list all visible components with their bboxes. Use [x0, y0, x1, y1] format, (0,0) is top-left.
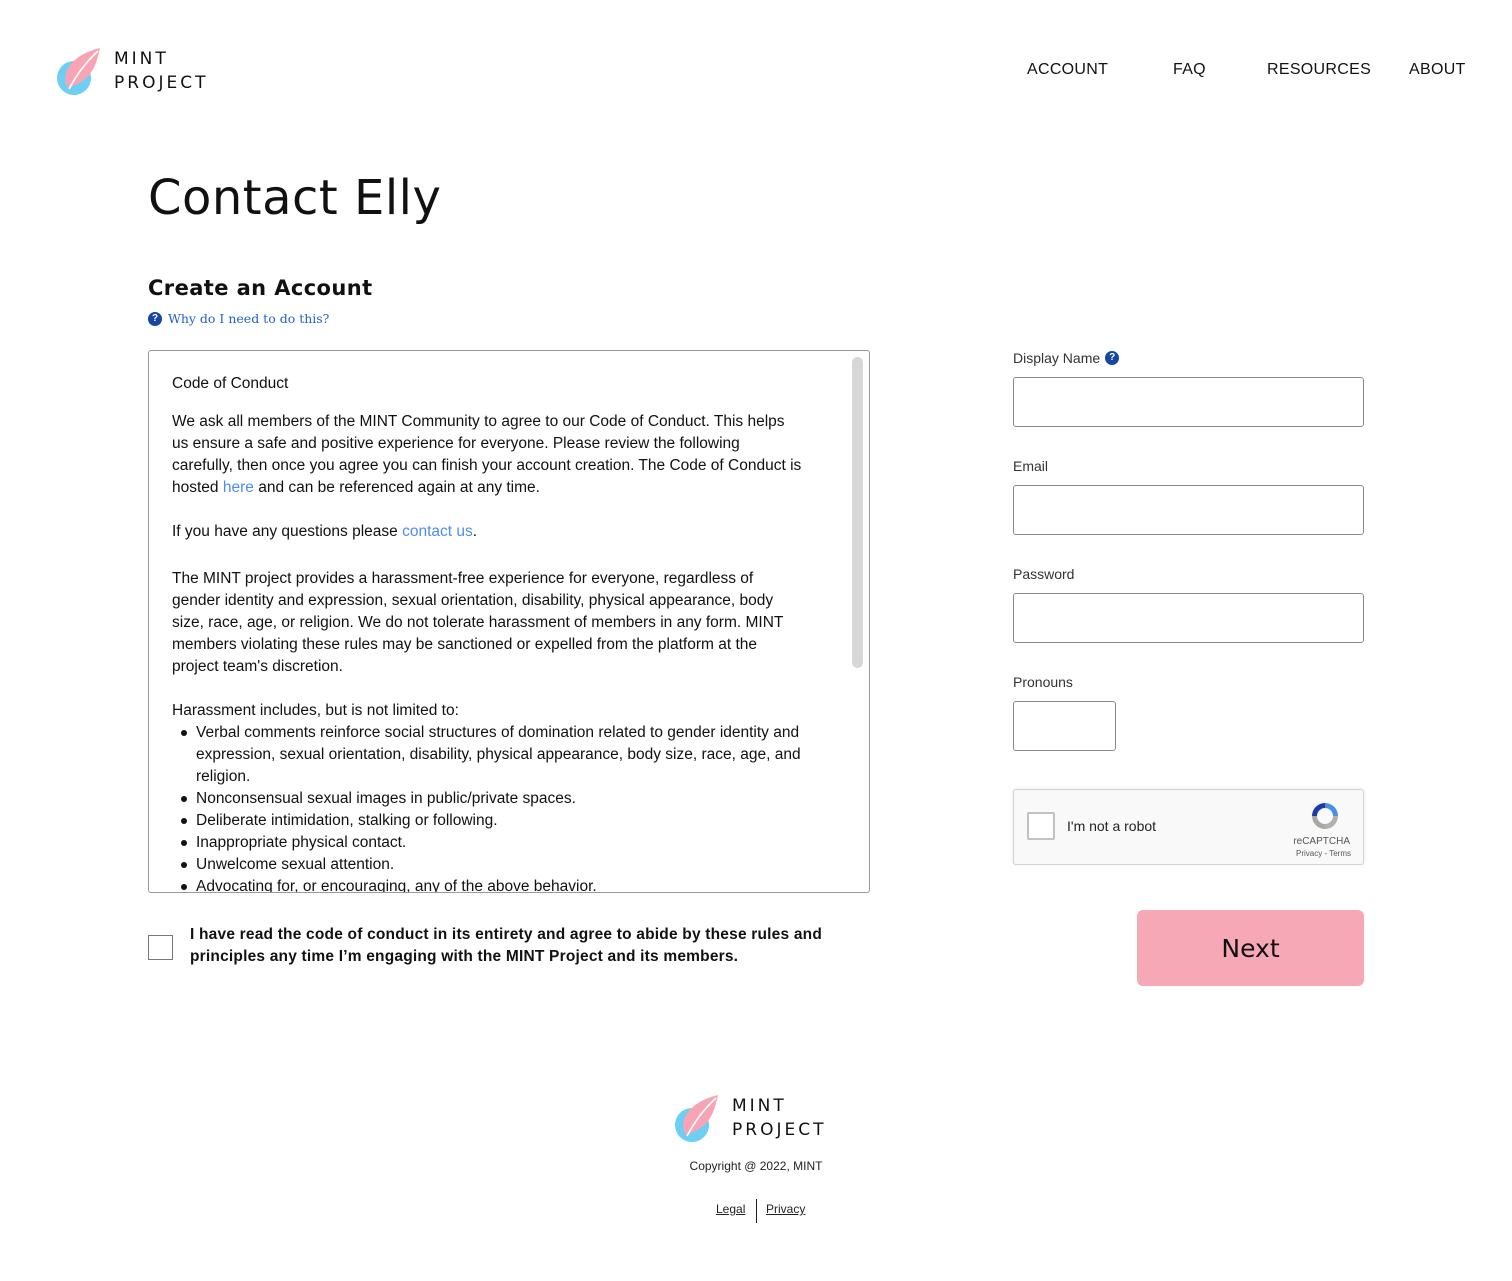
code-of-conduct-box[interactable]: Code of Conduct We ask all members of th…: [148, 350, 870, 893]
copyright: Copyright @ 2022, MINT: [689, 1159, 823, 1173]
coc-intro-text-2: and can be referenced again at any time.: [253, 479, 540, 496]
coc-questions-period: .: [472, 523, 478, 540]
scrollbar-thumb[interactable]: [852, 357, 863, 668]
nav-resources[interactable]: RESOURCES: [1267, 61, 1371, 79]
harassment-list: Verbal comments reinforce social structu…: [172, 722, 802, 892]
coc-policy: The MINT project provides a harassment-f…: [172, 570, 784, 675]
why-link-text: Why do I need to do this?: [168, 311, 330, 326]
coc-intro: We ask all members of the MINT Community…: [172, 411, 802, 499]
legal-link[interactable]: Legal: [716, 1202, 745, 1216]
help-icon[interactable]: ?: [1105, 351, 1120, 365]
agreement-checkbox[interactable]: [148, 935, 173, 960]
main-nav: ACCOUNT FAQ RESOURCES ABOUT: [0, 61, 1512, 83]
footer-divider: [756, 1199, 757, 1223]
nav-about[interactable]: ABOUT: [1409, 61, 1466, 79]
recaptcha-logo-icon: [1312, 803, 1338, 829]
footer-links: Legal Privacy: [0, 1199, 1512, 1223]
scrollbar[interactable]: [852, 357, 863, 886]
recaptcha-terms-link[interactable]: Terms: [1329, 849, 1351, 858]
code-of-conduct-content[interactable]: Code of Conduct We ask all members of th…: [149, 351, 849, 892]
privacy-link[interactable]: Privacy: [766, 1202, 805, 1216]
agreement-row: I have read the code of conduct in its e…: [148, 924, 848, 968]
coc-here-link[interactable]: here: [223, 479, 254, 496]
recaptcha-widget: I'm not a robot reCAPTCHA Privacy - Term…: [1013, 789, 1364, 865]
display-name-input[interactable]: [1013, 377, 1364, 427]
nav-faq[interactable]: FAQ: [1173, 61, 1206, 79]
display-name-label-text: Display Name: [1013, 350, 1101, 366]
list-item: Verbal comments reinforce social structu…: [172, 722, 802, 788]
list-item: Nonconsensual sexual images in public/pr…: [172, 788, 802, 810]
email-label: Email: [1013, 458, 1049, 474]
site-header: MINT PROJECT ACCOUNT FAQ RESOURCES ABOUT: [0, 0, 1512, 140]
recaptcha-terms: Privacy - Terms: [1296, 849, 1351, 858]
contact-us-link[interactable]: contact us: [402, 523, 473, 540]
why-link[interactable]: ? Why do I need to do this?: [148, 311, 329, 326]
coc-heading: Code of Conduct: [172, 375, 289, 392]
email-input[interactable]: [1013, 485, 1364, 535]
footer-logo[interactable]: MINT PROJECT: [672, 1093, 826, 1143]
recaptcha-privacy-link[interactable]: Privacy: [1296, 849, 1322, 858]
help-icon: ?: [148, 311, 162, 326]
recaptcha-brand: reCAPTCHA: [1293, 836, 1350, 847]
logo-line-1: MINT: [732, 1096, 787, 1116]
logo-text: MINT PROJECT: [732, 1094, 826, 1142]
password-input[interactable]: [1013, 593, 1364, 643]
recaptcha-label: I'm not a robot: [1067, 818, 1157, 834]
agreement-text: I have read the code of conduct in its e…: [190, 926, 822, 965]
display-name-label: Display Name ?: [1013, 350, 1120, 366]
coc-questions-text: If you have any questions please: [172, 523, 403, 540]
logo-line-2: PROJECT: [732, 1120, 827, 1140]
coc-harassment-intro: Harassment includes, but is not limited …: [172, 702, 459, 719]
mint-leaf-icon: [675, 1095, 718, 1142]
pronouns-input[interactable]: [1013, 701, 1116, 751]
nav-account[interactable]: ACCOUNT: [1027, 61, 1108, 79]
password-label: Password: [1013, 566, 1075, 582]
list-item: Unwelcome sexual attention.: [172, 854, 802, 876]
recaptcha-checkbox[interactable]: [1027, 812, 1055, 840]
page-title: Contact Elly: [148, 170, 442, 226]
next-button[interactable]: Next: [1137, 910, 1364, 986]
list-item: Advocating for, or encouraging, any of t…: [172, 876, 802, 892]
list-item: Deliberate intimidation, stalking or fol…: [172, 810, 802, 832]
list-item: Inappropriate physical contact.: [172, 832, 802, 854]
pronouns-label: Pronouns: [1013, 674, 1073, 690]
coc-questions: If you have any questions please contact…: [172, 521, 802, 543]
section-title: Create an Account: [148, 276, 373, 300]
